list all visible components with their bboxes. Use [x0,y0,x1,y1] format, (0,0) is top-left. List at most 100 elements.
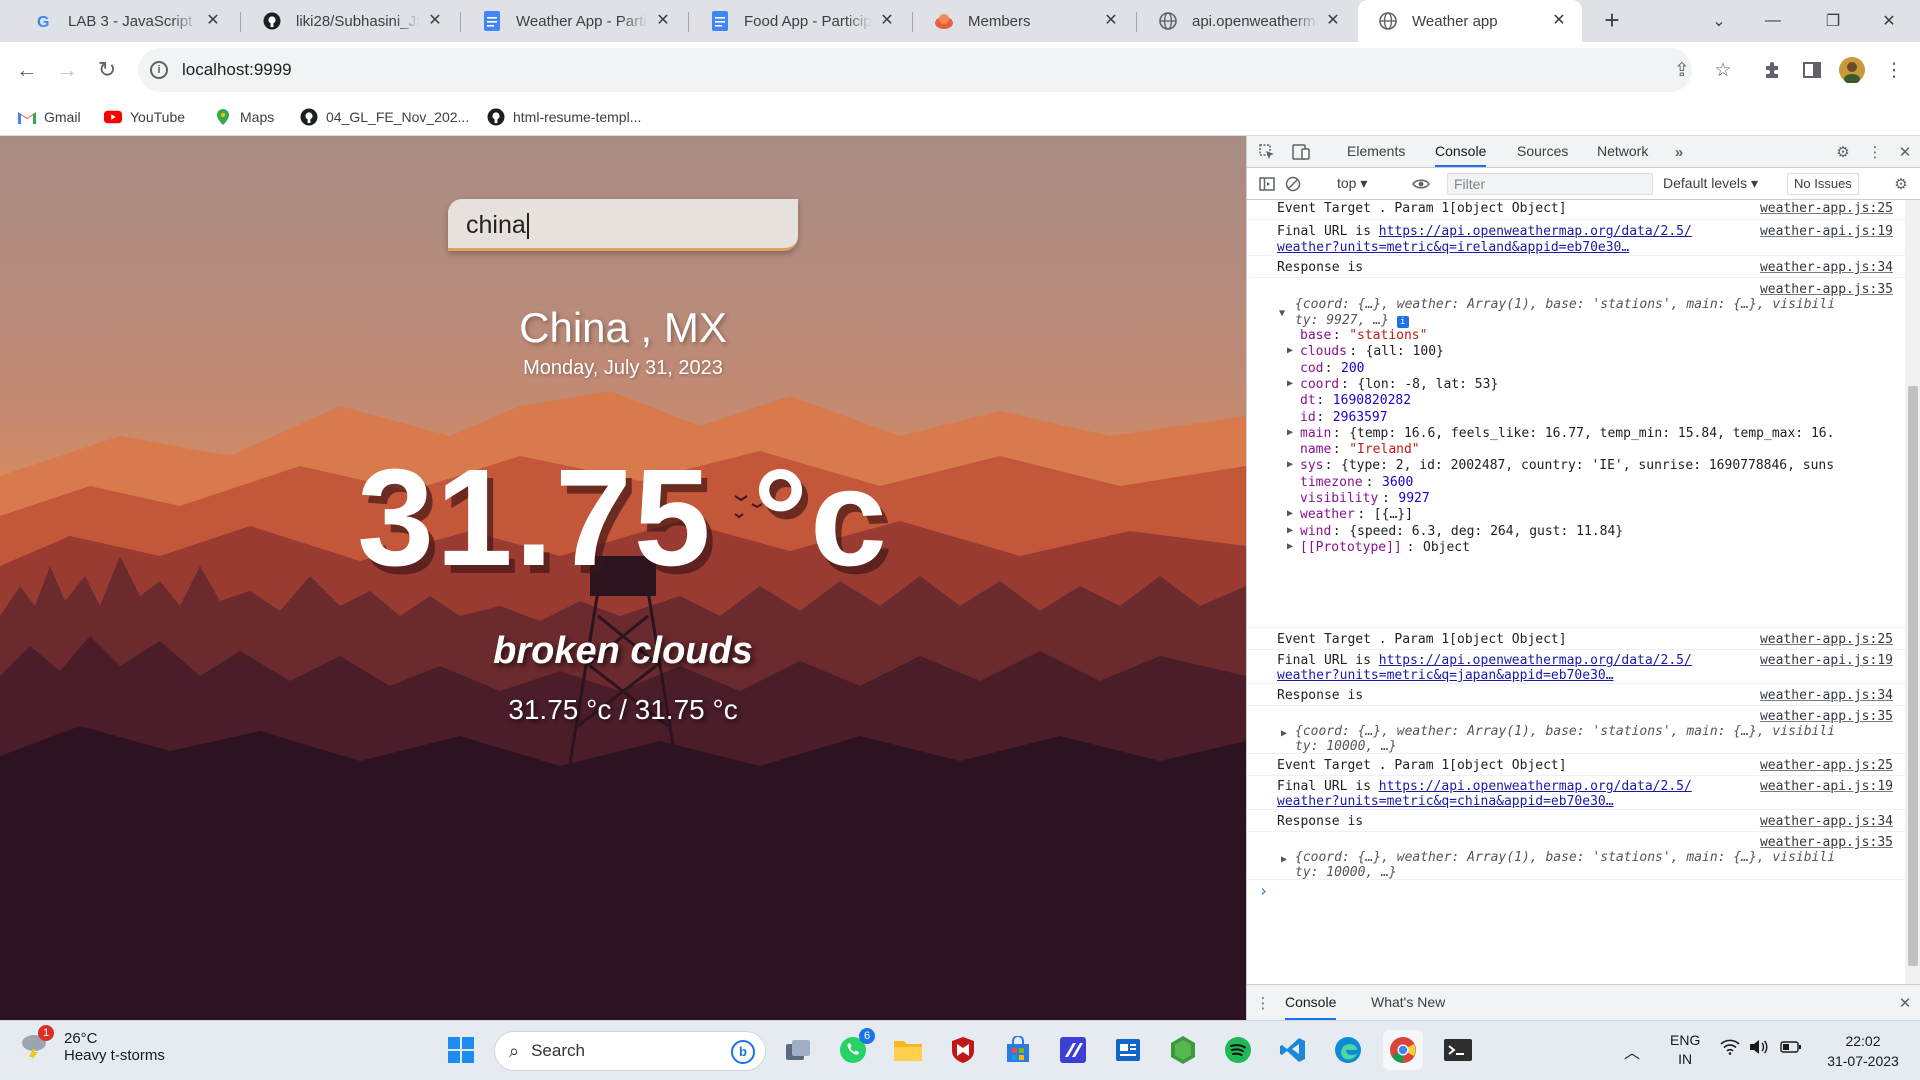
tab-search-icon[interactable]: ⌄ [1696,0,1742,42]
api-url-link[interactable]: https://api.openweathermap.org/data/2.5/ [1379,224,1692,239]
restore-button[interactable]: ❐ [1810,0,1856,42]
show-hidden-icons-icon[interactable]: ︿ [1624,1039,1640,1063]
source-link[interactable]: weather-app.js:25 [1760,632,1893,647]
console-filter-input[interactable]: Filter [1447,173,1653,195]
bookmark-star-icon[interactable]: ☆ [1709,56,1737,84]
source-link[interactable]: weather-api.js:19 [1760,779,1893,794]
whatsapp-icon[interactable]: 6 [833,1028,875,1070]
browser-tab[interactable]: liki28/Subhasini_JS3_L ✕ [242,0,458,42]
settings-gear-icon[interactable]: ⚙ [1831,140,1855,164]
share-icon[interactable]: ⇪ [1668,56,1696,84]
taskbar-search-box[interactable]: ⌕ Search b [494,1031,766,1071]
close-tab-icon[interactable]: ✕ [204,12,222,30]
close-tab-icon[interactable]: ✕ [654,12,672,30]
language-indicator[interactable]: ENG IN [1670,1031,1700,1069]
avatar[interactable] [1838,56,1866,84]
bookmark-youtube[interactable]: YouTube [104,104,185,130]
expand-triangle-icon[interactable]: ▶ [1287,345,1293,356]
source-link[interactable]: weather-app.js:34 [1760,260,1893,275]
context-selector[interactable]: top ▾ [1337,175,1367,192]
forward-button[interactable]: → [49,52,85,88]
bookmark-gmail[interactable]: Gmail [18,104,81,130]
browser-tab[interactable]: Weather App - Particip ✕ [462,0,686,42]
api-url-link[interactable]: weather?units=metric&q=china&appid=eb70e… [1277,794,1614,809]
file-explorer-icon[interactable] [888,1030,928,1070]
spotify-icon[interactable] [1218,1030,1258,1070]
source-link[interactable]: weather-app.js:25 [1760,201,1893,216]
new-tab-button[interactable]: + [1597,6,1627,36]
battery-icon[interactable] [1780,1040,1802,1057]
api-url-link[interactable]: https://api.openweathermap.org/data/2.5/ [1379,653,1692,668]
expand-triangle-icon[interactable]: ▶ [1281,728,1287,739]
edge-icon[interactable] [1328,1030,1368,1070]
api-url-link[interactable]: weather?units=metric&q=ireland&appid=eb7… [1277,240,1629,255]
weather-widget[interactable]: 1 26°C Heavy t-storms [18,1025,165,1065]
expand-triangle-icon[interactable]: ▶ [1287,427,1293,438]
chrome-icon[interactable] [1383,1030,1423,1070]
expand-triangle-icon[interactable]: ▶ [1287,508,1293,519]
collapse-triangle-icon[interactable]: ▼ [1279,308,1285,319]
side-panel-icon[interactable] [1798,56,1826,84]
api-url-link[interactable]: weather?units=metric&q=japan&appid=eb70e… [1277,668,1614,683]
powerautomate-icon[interactable] [1053,1030,1093,1070]
close-window-button[interactable]: ✕ [1866,0,1912,42]
object-summary[interactable]: {coord: {…}, weather: Array(1), base: 's… [1295,724,1835,739]
object-summary[interactable]: ty: 9927, …} i [1295,313,1409,328]
live-expression-eye-icon[interactable] [1409,172,1433,196]
address-url[interactable]: localhost:9999 [182,60,292,80]
close-tab-icon[interactable]: ✕ [426,12,444,30]
browser-tab[interactable]: api.openweathermap. ✕ [1138,0,1356,42]
device-toolbar-icon[interactable] [1289,140,1313,164]
close-tab-icon[interactable]: ✕ [1324,12,1342,30]
source-link[interactable]: weather-api.js:19 [1760,224,1893,239]
console-settings-gear-icon[interactable]: ⚙ [1889,172,1913,196]
terminal-icon[interactable] [1438,1030,1478,1070]
scrollbar-thumb[interactable] [1908,386,1918,966]
close-drawer-icon[interactable]: ✕ [1893,991,1917,1015]
bookmark-github-resume[interactable]: html-resume-templ... [487,104,641,130]
microsoft-store-icon[interactable] [998,1030,1038,1070]
source-link[interactable]: weather-app.js:35 [1760,282,1893,297]
close-tab-icon[interactable]: ✕ [1550,12,1568,30]
source-link[interactable]: weather-app.js:25 [1760,758,1893,773]
object-summary[interactable]: ty: 10000, …} [1295,739,1397,754]
issues-button[interactable]: No Issues [1787,173,1859,195]
volume-icon[interactable] [1748,1038,1768,1059]
source-link[interactable]: weather-api.js:19 [1760,653,1893,668]
source-link[interactable]: weather-app.js:35 [1760,709,1893,724]
browser-tab[interactable]: G LAB 3 - JavaScript - 20 ✕ [14,0,236,42]
address-bar[interactable]: i localhost:9999 [138,48,1692,92]
mcafee-icon[interactable] [943,1030,983,1070]
browser-tab[interactable]: Members ✕ [914,0,1134,42]
inspect-element-icon[interactable] [1255,140,1279,164]
back-button[interactable]: ← [9,52,45,88]
devtools-tab-elements[interactable]: Elements [1347,136,1405,167]
more-tabs-icon[interactable]: » [1667,140,1691,164]
chrome-menu-icon[interactable]: ⋮ [1880,56,1908,84]
expand-triangle-icon[interactable]: ▶ [1287,541,1293,552]
news-app-icon[interactable] [1108,1030,1148,1070]
log-levels-dropdown[interactable]: Default levels ▾ [1663,175,1758,192]
sidebar-toggle-icon[interactable] [1255,172,1279,196]
expand-triangle-icon[interactable]: ▶ [1287,459,1293,470]
expand-triangle-icon[interactable]: ▶ [1287,378,1293,389]
source-link[interactable]: weather-app.js:35 [1760,835,1893,850]
bing-icon[interactable]: b [731,1040,755,1064]
info-icon[interactable]: i [150,61,168,79]
object-summary[interactable]: {coord: {…}, weather: Array(1), base: 's… [1295,297,1835,312]
extensions-icon[interactable] [1758,56,1786,84]
devtools-tab-network[interactable]: Network [1597,136,1648,167]
wifi-icon[interactable] [1720,1039,1740,1058]
console-prompt[interactable]: › [1247,880,1905,902]
drawer-tab-whats-new[interactable]: What's New [1371,985,1445,1020]
close-tab-icon[interactable]: ✕ [1102,12,1120,30]
vscode-icon[interactable] [1273,1030,1313,1070]
devtools-menu-icon[interactable]: ⋮ [1863,140,1887,164]
source-link[interactable]: weather-app.js:34 [1760,688,1893,703]
start-button[interactable] [441,1030,481,1070]
object-summary[interactable]: ty: 10000, …} [1295,865,1397,880]
drawer-menu-icon[interactable]: ⋮ [1251,991,1275,1015]
devtools-tab-console[interactable]: Console [1435,136,1487,167]
devtools-tab-sources[interactable]: Sources [1517,136,1568,167]
nodejs-icon[interactable] [1163,1030,1203,1070]
